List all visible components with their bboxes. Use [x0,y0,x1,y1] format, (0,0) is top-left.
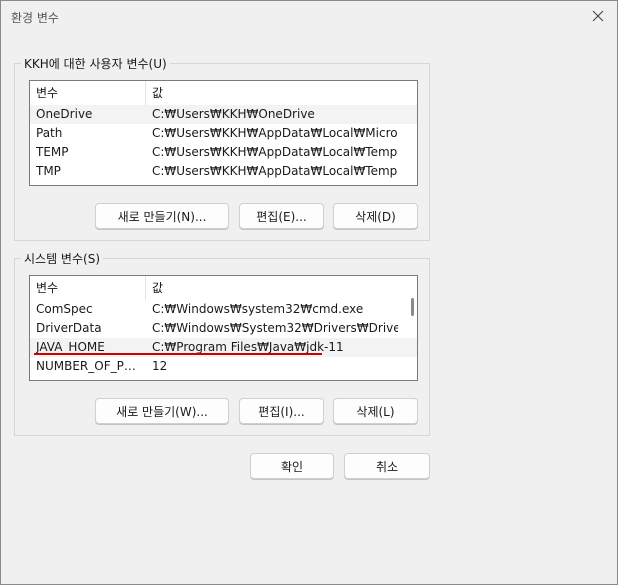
user-edit-button[interactable]: 편집(E)... [239,203,324,229]
variable-value: C:₩Users₩KKH₩AppData₩Local₩Temp [152,164,398,178]
table-row[interactable]: NUMBER_OF_PRO... 12 [30,357,417,376]
title-bar: 환경 변수 [1,1,617,33]
table-row[interactable]: Path C:₩Users₩KKH₩AppData₩Local₩Microsof… [30,124,417,143]
vertical-scrollbar[interactable] [409,298,415,328]
user-variables-label: KKH에 대한 사용자 변수(U) [21,55,170,72]
variable-name: TMP [36,164,61,178]
variable-value: C:₩Users₩KKH₩OneDrive [152,107,315,121]
table-row[interactable]: TEMP C:₩Users₩KKH₩AppData₩Local₩Temp [30,143,417,162]
variable-value: C:₩Windows₩system32₩cmd.exe [152,302,364,316]
table-row[interactable]: DriverData C:₩Windows₩System32₩Drivers₩D… [30,319,417,338]
window-title: 환경 변수 [11,11,59,25]
variable-name: ComSpec [36,302,93,316]
column-header-variable[interactable]: 변수 [30,81,146,105]
system-delete-button[interactable]: 삭제(L) [333,398,418,424]
column-header-variable[interactable]: 변수 [30,276,146,300]
user-delete-button[interactable]: 삭제(D) [333,203,418,229]
system-edit-button[interactable]: 편집(I)... [239,398,324,424]
list-header: 변수 값 [30,81,417,105]
variable-name: TEMP [36,145,69,159]
variable-name: OneDrive [36,107,93,121]
table-row[interactable]: TMP C:₩Users₩KKH₩AppData₩Local₩Temp [30,162,417,181]
ok-button[interactable]: 확인 [250,453,334,479]
column-header-value[interactable]: 값 [146,81,406,105]
scrollbar-thumb[interactable] [411,298,414,316]
variable-value: 12 [152,359,168,373]
table-row[interactable]: ComSpec C:₩Windows₩system32₩cmd.exe [30,300,417,319]
annotation-underline [34,353,322,355]
system-variables-list[interactable]: 변수 값 ComSpec C:₩Windows₩system32₩cmd.exe… [29,275,418,381]
column-header-value[interactable]: 값 [146,276,406,300]
close-button[interactable] [587,6,609,28]
close-icon [592,10,604,25]
system-variables-group: 시스템 변수(S) 변수 값 ComSpec C:₩Windows₩system… [14,250,430,436]
user-variables-group: KKH에 대한 사용자 변수(U) 변수 값 OneDrive C:₩Users… [14,55,430,241]
user-new-button[interactable]: 새로 만들기(N)... [95,203,229,229]
environment-variables-dialog: 환경 변수 KKH에 대한 사용자 변수(U) 변수 값 OneDrive C:… [0,0,618,585]
variable-value: C:₩Users₩KKH₩AppData₩Local₩Microsoft... [152,126,398,140]
variable-value: C:₩Windows₩System32₩Drivers₩DriverData [152,321,398,335]
variable-name: Path [36,126,63,140]
system-new-button[interactable]: 새로 만들기(W)... [95,398,229,424]
variable-value: C:₩Users₩KKH₩AppData₩Local₩Temp [152,145,398,159]
system-variables-label: 시스템 변수(S) [21,250,103,267]
variable-name: NUMBER_OF_PRO... [36,359,144,373]
user-variables-list[interactable]: 변수 값 OneDrive C:₩Users₩KKH₩OneDrive Path… [29,80,418,186]
table-row[interactable]: OneDrive C:₩Users₩KKH₩OneDrive [30,105,417,124]
cancel-button[interactable]: 취소 [344,453,430,479]
list-header: 변수 값 [30,276,417,300]
variable-name: DriverData [36,321,102,335]
